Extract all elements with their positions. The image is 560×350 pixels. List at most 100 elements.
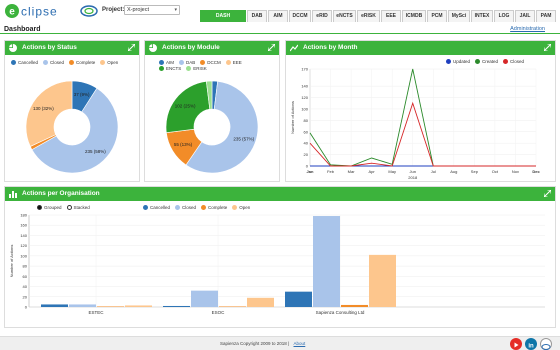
legend-item[interactable]: Grouped (37, 204, 62, 210)
x-tick-label: Oct (492, 169, 499, 174)
legend-item[interactable]: Cancelled (11, 59, 38, 65)
x-tick-label: Jun (410, 169, 416, 174)
panel-header: Actions by Month (286, 41, 555, 55)
legend-label: ENCTS (166, 65, 182, 71)
panel-title: Actions by Month (303, 44, 358, 51)
y-tick-label: 100 (20, 253, 27, 258)
x-tick-label: May (388, 169, 396, 174)
tab-intex[interactable]: INTEX (471, 10, 493, 22)
administration-link[interactable]: Administration (510, 26, 545, 32)
tab-dash[interactable]: DASH (200, 10, 246, 22)
tab-eee[interactable]: EEE (381, 10, 401, 22)
legend-item[interactable]: Stacked (66, 204, 90, 210)
legend-item[interactable]: Closed (175, 204, 196, 210)
legend-dot (175, 204, 181, 210)
x-tick-label: Aug (450, 169, 457, 174)
legend-item[interactable]: Open (100, 59, 118, 65)
series-line-created[interactable] (309, 68, 536, 167)
series-line-closed[interactable] (309, 101, 536, 167)
bar-cancelled[interactable] (163, 305, 190, 307)
expand-icon[interactable] (268, 44, 275, 51)
legend-item[interactable]: Complete (69, 59, 95, 65)
bar-open[interactable] (125, 305, 152, 307)
legend-item[interactable]: Closed (43, 59, 64, 65)
x-tick-label: ESOC (212, 310, 226, 315)
tab-dab[interactable]: DAB (247, 10, 267, 22)
tab-mysci[interactable]: MySci (448, 10, 470, 22)
panel-title: Actions by Status (22, 44, 77, 51)
bar-closed[interactable] (69, 304, 96, 307)
bar-cancelled[interactable] (41, 304, 68, 307)
expand-icon[interactable] (544, 190, 551, 197)
legend-label: Open (239, 204, 251, 210)
slice-label: 37 (9%) (74, 92, 90, 97)
y-tick-label: 100 (301, 106, 308, 111)
y-tick-label: 180 (20, 213, 27, 218)
eclipse-logo[interactable]: e clipse (4, 2, 76, 20)
x-tick-label: Feb (327, 169, 335, 174)
youtube-icon[interactable] (510, 338, 522, 350)
y-tick-label: 20 (304, 152, 309, 157)
organisation-bar-chart: 0 20 40 60 80 100 120 140 160 180 Number of Action… (9, 213, 545, 315)
legend-dot (11, 59, 16, 65)
legend-label: Cancelled (18, 59, 39, 65)
module-donut-chart: 235 (57%) 55 (13%) 102 (25%) (165, 80, 259, 174)
footer: Sapienza Copyright 2009 to 2018 | About … (0, 336, 560, 350)
tab-jail[interactable]: JAIL (515, 10, 535, 22)
legend-dot (37, 204, 42, 210)
about-link[interactable]: About (294, 341, 306, 346)
panel-header: Actions by Module (145, 41, 279, 55)
tab-erisk[interactable]: eRISK (357, 10, 380, 22)
y-tick-label: 20 (23, 294, 28, 299)
sapienza-link-icon[interactable] (540, 338, 552, 350)
bar-closed[interactable] (191, 290, 218, 307)
slice-label: 55 (13%) (174, 142, 193, 147)
tab-aim[interactable]: AIM (268, 10, 288, 22)
x-tick-label: Nov (512, 169, 519, 174)
legend-label: Complete (76, 59, 96, 65)
x-tick-label: Jul (431, 169, 436, 174)
footer-separator: | (288, 341, 290, 346)
legend-item[interactable]: Open (232, 204, 250, 210)
y-tick-label: 160 (20, 223, 27, 228)
legend-item[interactable]: Complete (201, 204, 227, 210)
slice-label: 130 (32%) (33, 106, 54, 111)
bar-complete[interactable] (219, 306, 246, 307)
bar-open[interactable] (247, 297, 274, 307)
linkedin-icon[interactable]: in (525, 338, 537, 350)
bar-complete[interactable] (341, 304, 368, 307)
legend-item[interactable]: ERISK (186, 65, 207, 71)
expand-icon[interactable] (544, 44, 551, 51)
svg-text:clipse: clipse (21, 5, 58, 19)
project-select[interactable]: X-project ▾ (124, 5, 180, 15)
tab-dccm[interactable]: DCCM (289, 10, 311, 22)
y-tick-label: 80 (23, 264, 28, 269)
legend-dot (225, 59, 231, 65)
y-axis-title: Number of Actions (9, 245, 14, 278)
legend-dot (186, 65, 192, 71)
tab-pcm[interactable]: PCM (427, 10, 447, 22)
donut-slice-open[interactable] (25, 80, 73, 147)
pie-chart-icon (9, 44, 17, 52)
tab-log[interactable]: LOG (494, 10, 514, 22)
legend-item[interactable]: Cancelled (143, 204, 170, 210)
bar-complete[interactable] (97, 306, 124, 307)
y-tick-label: 0 (25, 305, 28, 310)
legend-dot (179, 59, 185, 65)
bar-open[interactable] (369, 254, 396, 307)
header-divider (0, 33, 560, 34)
x-tick-label: Sapienza Consulting Ltd (316, 310, 365, 315)
project-select-value: X-project (127, 7, 150, 13)
tab-pam[interactable]: PAM (536, 10, 556, 22)
legend-item[interactable]: ENCTS (159, 65, 181, 71)
tab-icmdb[interactable]: ICMDB (402, 10, 426, 22)
x-tick-label: Dec (532, 169, 540, 174)
pie-chart-icon (149, 44, 157, 52)
bar-closed[interactable] (313, 216, 340, 307)
expand-icon[interactable] (128, 44, 135, 51)
tab-erid[interactable]: eRID (312, 10, 332, 22)
legend-item[interactable]: EEE (225, 59, 242, 65)
bar-cancelled[interactable] (285, 291, 312, 307)
tab-encts[interactable]: eNCTS (333, 10, 356, 22)
panel-header: Actions per Organisation (5, 187, 555, 201)
